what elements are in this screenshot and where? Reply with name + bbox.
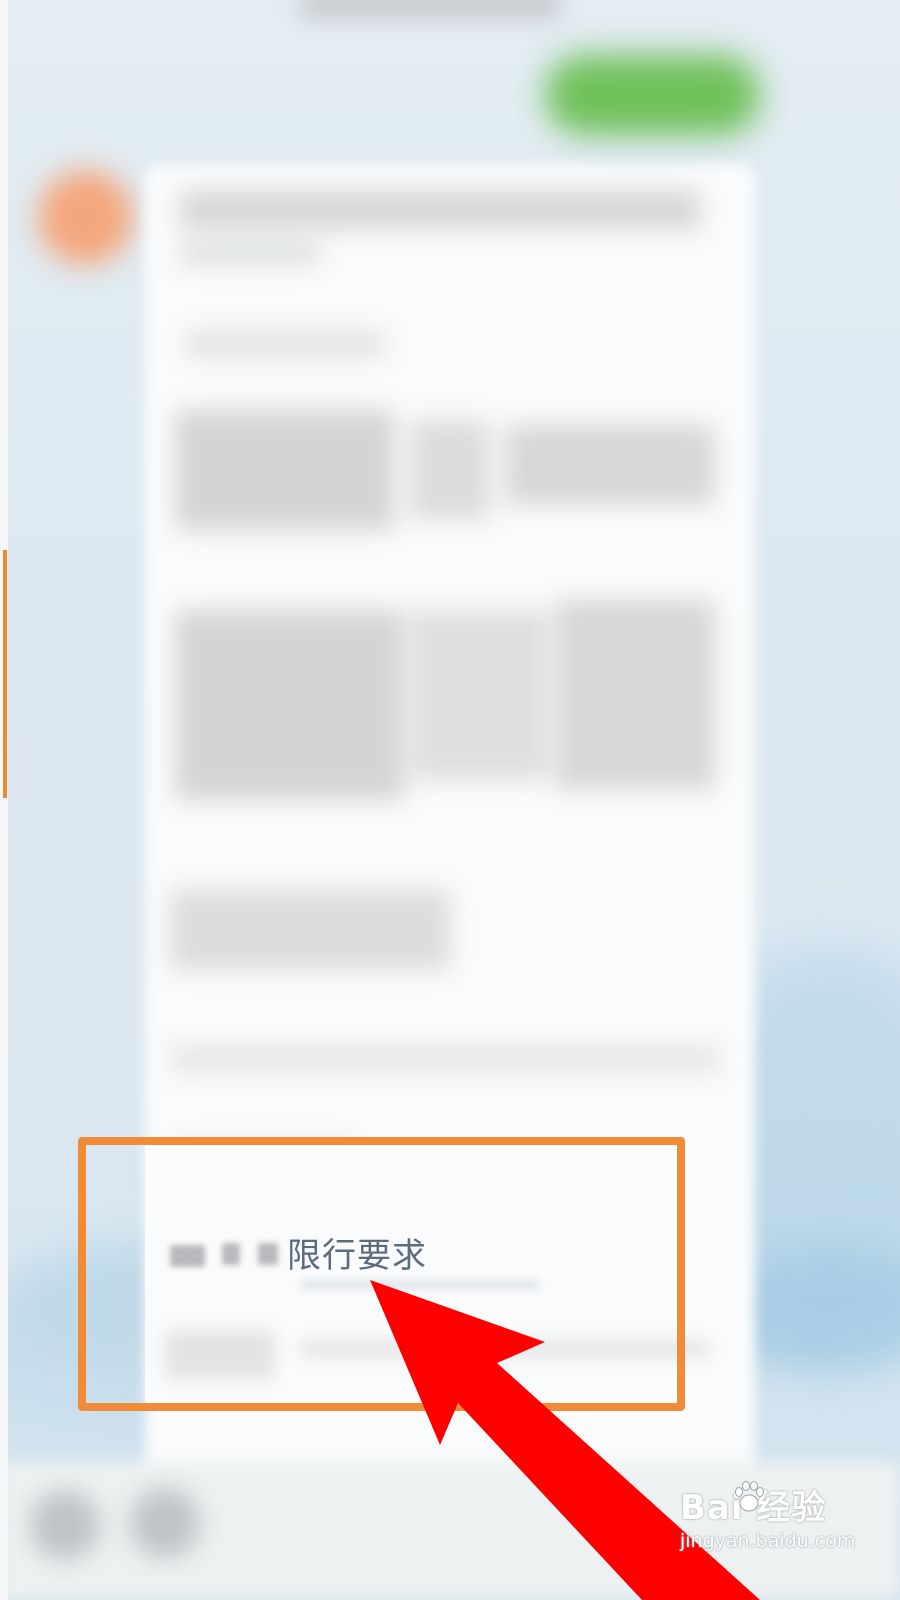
- blurred-text-row: [180, 190, 700, 230]
- app-screen: 限行要求 Bai 经验 jingyan.baidu.com: [0, 0, 900, 1600]
- blurred-image[interactable]: [410, 610, 550, 780]
- blurred-image[interactable]: [175, 410, 395, 530]
- toolbar-circle-icon[interactable]: [30, 1490, 100, 1560]
- baidu-jingyan-watermark: Bai 经验 jingyan.baidu.com: [670, 1476, 870, 1566]
- toolbar-circle-icon[interactable]: [130, 1488, 200, 1558]
- blurred-image[interactable]: [555, 600, 715, 790]
- blurred-text-row: [185, 330, 385, 358]
- blurred-image[interactable]: [410, 420, 490, 520]
- left-accent-bar: [3, 550, 7, 798]
- blurred-image[interactable]: [175, 610, 405, 800]
- left-edge: [0, 0, 8, 1600]
- blurred-text-row: [170, 890, 450, 970]
- blurred-image[interactable]: [505, 425, 715, 505]
- green-action-button[interactable]: [545, 55, 760, 135]
- blurred-text-row: [170, 1045, 720, 1073]
- status-bar-blurred: [300, 0, 560, 20]
- watermark-url: jingyan.baidu.com: [680, 1530, 856, 1552]
- highlight-frame: [78, 1137, 685, 1411]
- avatar[interactable]: [38, 170, 133, 265]
- blurred-text-row: [180, 240, 320, 266]
- paw-icon: [735, 1481, 764, 1512]
